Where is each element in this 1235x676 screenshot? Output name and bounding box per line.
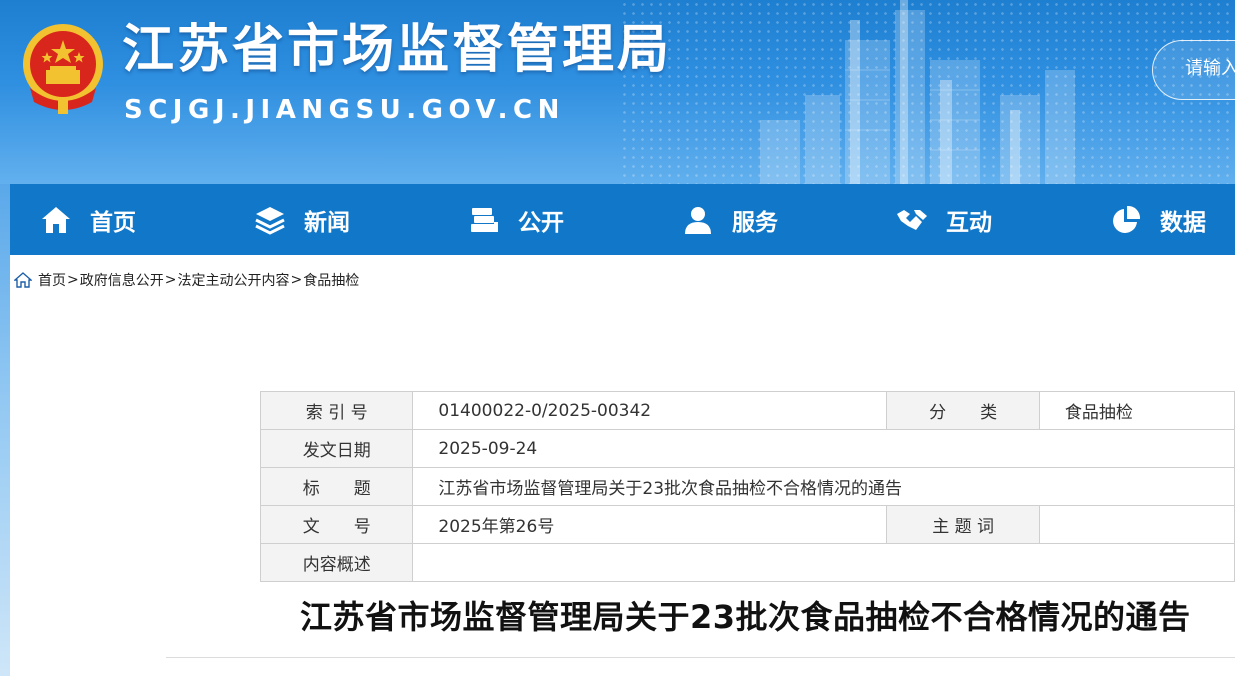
date-value: 2025-09-24 (412, 429, 1235, 468)
breadcrumb: 首页 > 政府信息公开 > 法定主动公开内容 > 食品抽检 (14, 268, 359, 292)
nav-item-label: 数据 (1160, 209, 1206, 236)
nav-item-home[interactable]: 首页 (40, 184, 136, 255)
nav-item-service[interactable]: 服务 (682, 184, 778, 255)
docno-value: 2025年第26号 (412, 505, 888, 544)
breadcrumb-food-inspection[interactable]: 食品抽检 (303, 270, 359, 290)
nav-item-label: 公开 (518, 209, 564, 236)
national-emblem-icon (23, 24, 103, 114)
main-nav: 首页 新闻 公开 服务 互动 数据 (10, 184, 1235, 255)
index-value: 01400022-0/2025-00342 (412, 391, 888, 430)
nav-item-news[interactable]: 新闻 (254, 184, 350, 255)
table-row: 文 号 2025年第26号 主 题 词 (259, 505, 1235, 544)
keywords-label: 主 题 词 (886, 505, 1040, 544)
handshake-icon (897, 209, 927, 230)
nav-item-interact[interactable]: 互动 (896, 184, 992, 255)
breadcrumb-gov-info[interactable]: 政府信息公开 (80, 270, 164, 290)
keywords-value (1038, 505, 1235, 544)
site-header: 江苏省市场监督管理局 SCJGJ.JIANGSU.GOV.CN (0, 0, 1235, 184)
breadcrumb-statutory-disclosure[interactable]: 法定主动公开内容 (177, 270, 289, 290)
site-title: 江苏省市场监督管理局 (122, 20, 673, 80)
city-skyline-decoration (760, 0, 1075, 184)
search-box[interactable] (1152, 40, 1235, 100)
nav-item-public[interactable]: 公开 (468, 184, 564, 255)
breadcrumb-separator: > (290, 272, 303, 288)
breadcrumb-home[interactable]: 首页 (38, 270, 66, 290)
left-decoration-stripe (0, 184, 10, 676)
title-value: 江苏省市场监督管理局关于23批次食品抽检不合格情况的通告 (412, 467, 1235, 506)
table-row: 索 引 号 01400022-0/2025-00342 分 类 食品抽检 (259, 391, 1235, 430)
home-icon (42, 206, 70, 233)
search-input[interactable] (1183, 57, 1235, 80)
docno-label: 文 号 (259, 505, 414, 544)
pie-chart-icon (1113, 205, 1141, 233)
breadcrumb-separator: > (164, 272, 177, 288)
nav-item-label: 服务 (732, 209, 778, 236)
index-label: 索 引 号 (259, 391, 414, 430)
category-value: 食品抽检 (1038, 391, 1235, 430)
table-row: 内容概述 (259, 543, 1235, 582)
home-icon (14, 272, 32, 288)
divider (166, 657, 1235, 658)
category-label: 分 类 (886, 391, 1040, 430)
table-row: 发文日期 2025-09-24 (259, 429, 1235, 468)
summary-value (412, 543, 1235, 582)
document-info-table: 索 引 号 01400022-0/2025-00342 分 类 食品抽检 发文日… (259, 391, 1235, 582)
nav-item-label: 互动 (946, 209, 992, 236)
breadcrumb-separator: > (67, 272, 79, 288)
user-icon (685, 206, 711, 234)
nav-item-data[interactable]: 数据 (1110, 184, 1206, 255)
site-domain: SCJGJ.JIANGSU.GOV.CN (124, 95, 565, 125)
nav-item-label: 新闻 (304, 209, 350, 236)
nav-item-label: 首页 (90, 209, 136, 236)
table-row: 标 题 江苏省市场监督管理局关于23批次食品抽检不合格情况的通告 (259, 467, 1235, 506)
summary-label: 内容概述 (259, 543, 414, 582)
title-label: 标 题 (259, 467, 414, 506)
books-icon (471, 207, 498, 232)
layers-icon (255, 206, 285, 235)
article-title: 江苏省市场监督管理局关于23批次食品抽检不合格情况的通告 (300, 598, 1191, 636)
date-label: 发文日期 (259, 429, 414, 468)
